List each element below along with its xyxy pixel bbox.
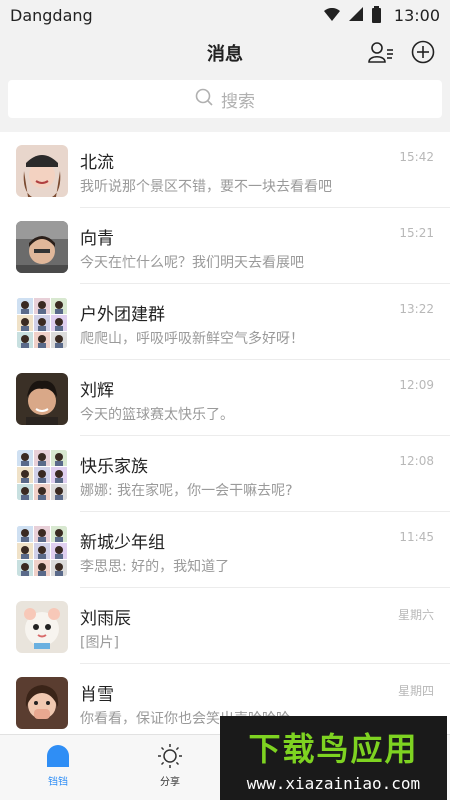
message-time: 12:08 (399, 454, 434, 468)
plus-circle-icon (411, 40, 435, 64)
avatar (16, 221, 68, 273)
last-message: 李思思: 好的，我知道了 (80, 559, 230, 575)
contact-name: 刘雨辰 (80, 609, 131, 629)
watermark-title: 下载鸟应用 (248, 730, 419, 768)
tab-label: 铛铛 (48, 777, 68, 788)
tab-dangdang[interactable]: 铛铛 (28, 743, 88, 788)
conversation-body: 刘辉今天的篮球赛太快乐了。 12:09 (80, 360, 450, 436)
avatar (16, 297, 68, 349)
contact-name: 向青 (80, 229, 114, 249)
contact-name: 刘辉 (80, 381, 114, 401)
conversation-body: 刘雨辰 [图片] 星期六 (80, 588, 450, 664)
conversation-body: 向青今天在忙什么呢？我们明天去看展吧 15:21 (80, 208, 450, 284)
message-time: 12:09 (399, 378, 434, 392)
sun-icon (158, 744, 182, 768)
message-time: 13:22 (399, 302, 434, 316)
avatar (16, 145, 68, 197)
avatar (16, 601, 68, 653)
message-time: 11:45 (399, 530, 434, 544)
last-message: 爬爬山，呼吸呼吸新鲜空气多好呀！ (80, 331, 304, 347)
bell-icon (47, 745, 69, 767)
avatar (16, 677, 68, 729)
last-message: 今天在忙什么呢？我们明天去看展吧 (80, 255, 304, 271)
contact-name: 北流 (80, 153, 114, 173)
status-time: 13:00 (393, 5, 440, 25)
carrier-name: Dangdang (10, 5, 93, 25)
message-time: 星期六 (397, 608, 434, 622)
conversation-row[interactable]: 刘雨辰 [图片] 星期六 (0, 588, 450, 664)
last-message: [图片] (80, 635, 119, 651)
battery-icon (371, 5, 381, 23)
contacts-button[interactable] (368, 39, 394, 65)
watermark-url: www.xiazainiao.com (246, 774, 421, 793)
nav-bar: 消息 (0, 30, 450, 76)
watermark: 下载鸟应用 www.xiazainiao.com (220, 716, 447, 800)
message-time: 星期四 (397, 684, 434, 698)
contacts-icon (368, 42, 393, 63)
conversation-row[interactable]: 刘辉今天的篮球赛太快乐了。 12:09 (0, 360, 450, 436)
conversation-body: 北流我听说那个景区不错，要不一块去看看吧 15:42 (80, 132, 450, 208)
last-message: 娜娜: 我在家呢，你一会干嘛去呢? (80, 483, 293, 499)
message-time: 15:21 (399, 226, 434, 240)
tab-label: 分享 (160, 777, 180, 788)
contact-name: 肖雪 (80, 685, 114, 705)
contact-name: 新城少年组 (80, 533, 165, 553)
conversation-body: 快乐家族娜娜: 我在家呢，你一会干嘛去呢? 12:08 (80, 436, 450, 512)
add-button[interactable] (410, 39, 436, 65)
status-bar: Dangdang 13:00 (0, 0, 450, 30)
contact-name: 快乐家族 (80, 457, 148, 477)
avatar (16, 373, 68, 425)
avatar (16, 525, 68, 577)
conversation-body: 新城少年组李思思: 好的，我知道了 11:45 (80, 512, 450, 588)
last-message: 我听说那个景区不错，要不一块去看看吧 (80, 179, 332, 195)
signal-icon (348, 6, 363, 25)
wifi-icon (323, 6, 340, 25)
message-time: 15:42 (399, 150, 434, 164)
last-message: 今天的篮球赛太快乐了。 (80, 407, 234, 423)
conversation-row[interactable]: 快乐家族娜娜: 我在家呢，你一会干嘛去呢? 12:08 (0, 436, 450, 512)
conversation-row[interactable]: 向青今天在忙什么呢？我们明天去看展吧 15:21 (0, 208, 450, 284)
conversation-row[interactable]: 北流我听说那个景区不错，要不一块去看看吧 15:42 (0, 132, 450, 208)
conversation-list: 北流我听说那个景区不错，要不一块去看看吧 15:42 向青今天在忙什么呢？我们明天去… (0, 132, 450, 734)
contact-name: 户外团建群 (80, 305, 165, 325)
nav-actions (368, 39, 436, 65)
conversation-body: 户外团建群爬爬山，呼吸呼吸新鲜空气多好呀！ 13:22 (80, 284, 450, 360)
search-placeholder: 搜索 (221, 91, 255, 112)
avatar (16, 449, 68, 501)
search-input[interactable]: 搜索 (8, 80, 442, 118)
search-icon (195, 88, 213, 111)
status-icons: 13:00 (323, 5, 440, 25)
tab-share[interactable]: 分享 (140, 743, 200, 788)
page-title: 消息 (207, 44, 243, 65)
conversation-row[interactable]: 新城少年组李思思: 好的，我知道了 11:45 (0, 512, 450, 588)
conversation-row[interactable]: 户外团建群爬爬山，呼吸呼吸新鲜空气多好呀！ 13:22 (0, 284, 450, 360)
